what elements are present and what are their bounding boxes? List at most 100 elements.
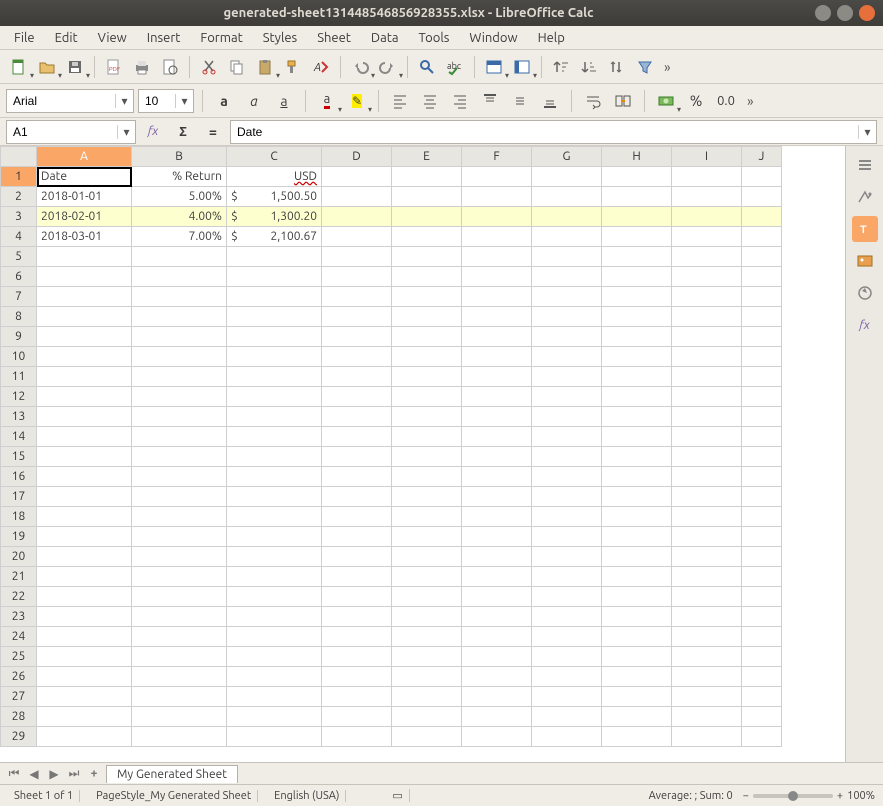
cell[interactable] <box>602 727 672 747</box>
tab-prev-button[interactable]: ◀ <box>26 767 42 781</box>
cell[interactable] <box>462 567 532 587</box>
cell[interactable] <box>462 427 532 447</box>
cell[interactable] <box>672 527 742 547</box>
cell[interactable] <box>742 667 782 687</box>
cell[interactable] <box>672 367 742 387</box>
cell[interactable] <box>532 627 602 647</box>
cell[interactable] <box>392 367 462 387</box>
cell[interactable] <box>742 167 782 187</box>
cell[interactable] <box>392 707 462 727</box>
function-wizard-button[interactable]: fx <box>140 119 166 145</box>
cell[interactable] <box>37 687 132 707</box>
menu-window[interactable]: Window <box>461 28 525 48</box>
sum-button[interactable]: Σ <box>170 119 196 145</box>
cell[interactable] <box>532 447 602 467</box>
cell[interactable] <box>322 447 392 467</box>
cell[interactable] <box>602 227 672 247</box>
cell[interactable] <box>742 227 782 247</box>
cell[interactable] <box>322 667 392 687</box>
clone-formatting-button[interactable] <box>280 54 306 80</box>
cell[interactable] <box>602 287 672 307</box>
row-header[interactable]: 23 <box>1 607 37 627</box>
row-header-3[interactable]: 3 <box>1 207 37 227</box>
cell[interactable] <box>132 547 227 567</box>
cell[interactable] <box>532 607 602 627</box>
cell[interactable] <box>227 347 322 367</box>
cell[interactable] <box>532 367 602 387</box>
cell[interactable] <box>672 407 742 427</box>
menu-styles[interactable]: Styles <box>255 28 305 48</box>
cell[interactable] <box>132 327 227 347</box>
cell[interactable] <box>132 307 227 327</box>
cell[interactable] <box>392 507 462 527</box>
cell[interactable] <box>37 547 132 567</box>
cell[interactable] <box>227 507 322 527</box>
sort-desc-button[interactable] <box>576 54 602 80</box>
cell[interactable] <box>37 447 132 467</box>
cell[interactable] <box>322 367 392 387</box>
cell[interactable] <box>532 667 602 687</box>
italic-button[interactable]: a <box>241 88 267 114</box>
cell[interactable] <box>742 327 782 347</box>
cell[interactable] <box>532 247 602 267</box>
cell[interactable] <box>37 587 132 607</box>
cell[interactable] <box>532 307 602 327</box>
row-header[interactable]: 17 <box>1 487 37 507</box>
cell[interactable] <box>602 347 672 367</box>
cell[interactable] <box>742 407 782 427</box>
cell[interactable] <box>462 527 532 547</box>
column-header-I[interactable]: I <box>672 147 742 167</box>
cell[interactable] <box>602 487 672 507</box>
cell[interactable] <box>672 227 742 247</box>
print-button[interactable] <box>129 54 155 80</box>
cell[interactable] <box>602 547 672 567</box>
open-button[interactable] <box>34 54 60 80</box>
cell[interactable] <box>392 227 462 247</box>
cell[interactable] <box>132 687 227 707</box>
cell[interactable] <box>392 727 462 747</box>
menu-data[interactable]: Data <box>363 28 407 48</box>
cell[interactable] <box>532 427 602 447</box>
row-header[interactable]: 6 <box>1 267 37 287</box>
cell[interactable] <box>227 627 322 647</box>
cell[interactable] <box>672 507 742 527</box>
cell[interactable] <box>392 387 462 407</box>
cell[interactable] <box>742 247 782 267</box>
cell[interactable] <box>37 507 132 527</box>
cell[interactable] <box>462 327 532 347</box>
cell[interactable] <box>532 707 602 727</box>
cell[interactable] <box>227 727 322 747</box>
column-header-B[interactable]: B <box>132 147 227 167</box>
cell[interactable] <box>37 247 132 267</box>
cell[interactable] <box>132 527 227 547</box>
cell[interactable] <box>322 287 392 307</box>
cell[interactable] <box>37 707 132 727</box>
cell[interactable] <box>322 467 392 487</box>
cell[interactable] <box>392 627 462 647</box>
cell[interactable] <box>602 407 672 427</box>
cell[interactable] <box>532 187 602 207</box>
cell[interactable] <box>322 187 392 207</box>
cell[interactable] <box>132 467 227 487</box>
cell[interactable] <box>602 567 672 587</box>
cell[interactable] <box>392 547 462 567</box>
window-minimize-button[interactable] <box>815 5 831 21</box>
cell[interactable] <box>532 467 602 487</box>
cell[interactable] <box>132 567 227 587</box>
align-right-button[interactable] <box>447 88 473 114</box>
align-left-button[interactable] <box>387 88 413 114</box>
chevron-down-icon[interactable]: ▾ <box>858 125 876 139</box>
cell[interactable] <box>672 287 742 307</box>
cell[interactable] <box>227 387 322 407</box>
cell[interactable] <box>602 307 672 327</box>
cell[interactable] <box>742 287 782 307</box>
cell[interactable] <box>532 647 602 667</box>
column-header-E[interactable]: E <box>392 147 462 167</box>
cell[interactable] <box>322 507 392 527</box>
row-header[interactable]: 24 <box>1 627 37 647</box>
cell-B3[interactable]: 4.00% <box>132 207 227 227</box>
select-all-corner[interactable] <box>1 147 37 167</box>
cell[interactable] <box>602 427 672 447</box>
cell[interactable] <box>322 327 392 347</box>
cell[interactable] <box>602 527 672 547</box>
